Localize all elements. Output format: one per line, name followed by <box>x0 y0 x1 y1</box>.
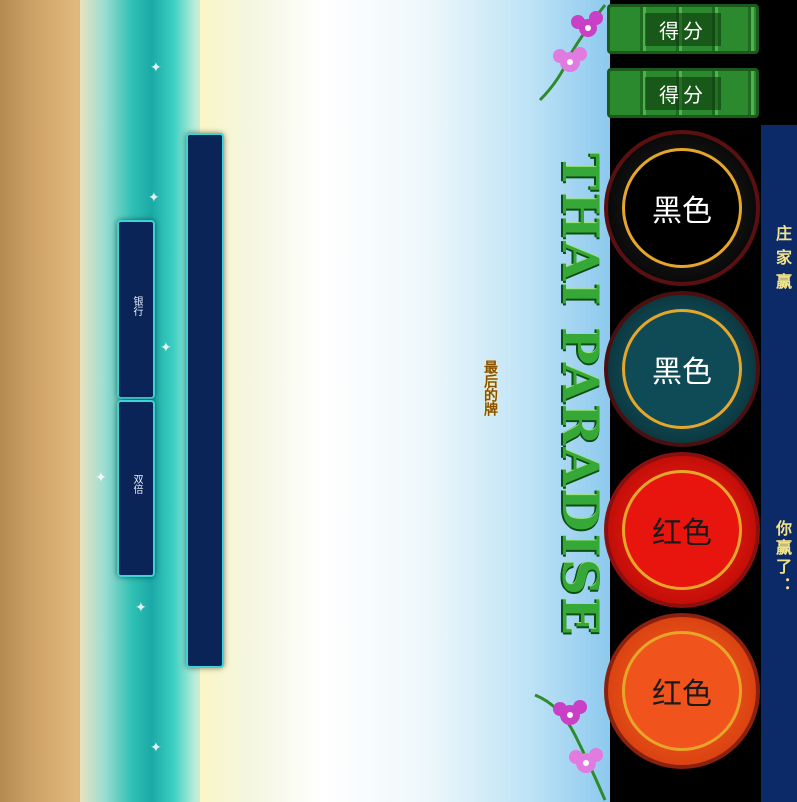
score-button-1[interactable]: 得分 <box>607 4 759 54</box>
last-card-label: 最后的牌 <box>482 360 498 416</box>
score-button-label: 得分 <box>645 12 721 46</box>
orchid-flower-icon <box>538 4 607 102</box>
orchid-flower-icon <box>534 693 607 801</box>
red-bet-button-1[interactable]: 红色 <box>604 452 760 608</box>
black-bet-button-2[interactable]: 黑色 <box>604 291 760 447</box>
score-button-label: 得分 <box>645 76 721 110</box>
game-title: THAI PARADISE <box>551 152 610 638</box>
bank-label: 银行 <box>131 296 142 316</box>
sparkle-icon: ✦ <box>150 60 162 76</box>
banker-wins-text: 庄家赢 <box>773 225 792 297</box>
black-bet-button-1[interactable]: 黑色 <box>604 130 760 286</box>
chip-label: 黑色 <box>652 194 712 229</box>
status-bar: 庄家赢 你赢了： <box>761 125 797 802</box>
sparkle-icon: ✦ <box>148 190 160 206</box>
you-won-text: 你赢了： <box>773 520 792 596</box>
chip-ring: 红色 <box>622 470 742 590</box>
chip-ring: 红色 <box>622 631 742 751</box>
double-panel: 双倍 <box>117 400 155 577</box>
chip-label: 红色 <box>652 516 712 551</box>
credit-panel <box>186 133 224 668</box>
red-bet-button-2[interactable]: 红色 <box>604 613 760 769</box>
chip-label: 红色 <box>652 677 712 712</box>
chip-label: 黑色 <box>652 355 712 390</box>
double-label: 双倍 <box>131 474 142 494</box>
sparkle-icon: ✦ <box>135 600 147 616</box>
sparkle-icon: ✦ <box>150 740 162 756</box>
bank-panel: 银行 <box>117 220 155 399</box>
chip-ring: 黑色 <box>622 309 742 429</box>
sparkle-icon: ✦ <box>95 470 107 486</box>
score-button-2[interactable]: 得分 <box>607 68 759 118</box>
chip-ring: 黑色 <box>622 148 742 268</box>
sparkle-icon: ✦ <box>160 340 172 356</box>
